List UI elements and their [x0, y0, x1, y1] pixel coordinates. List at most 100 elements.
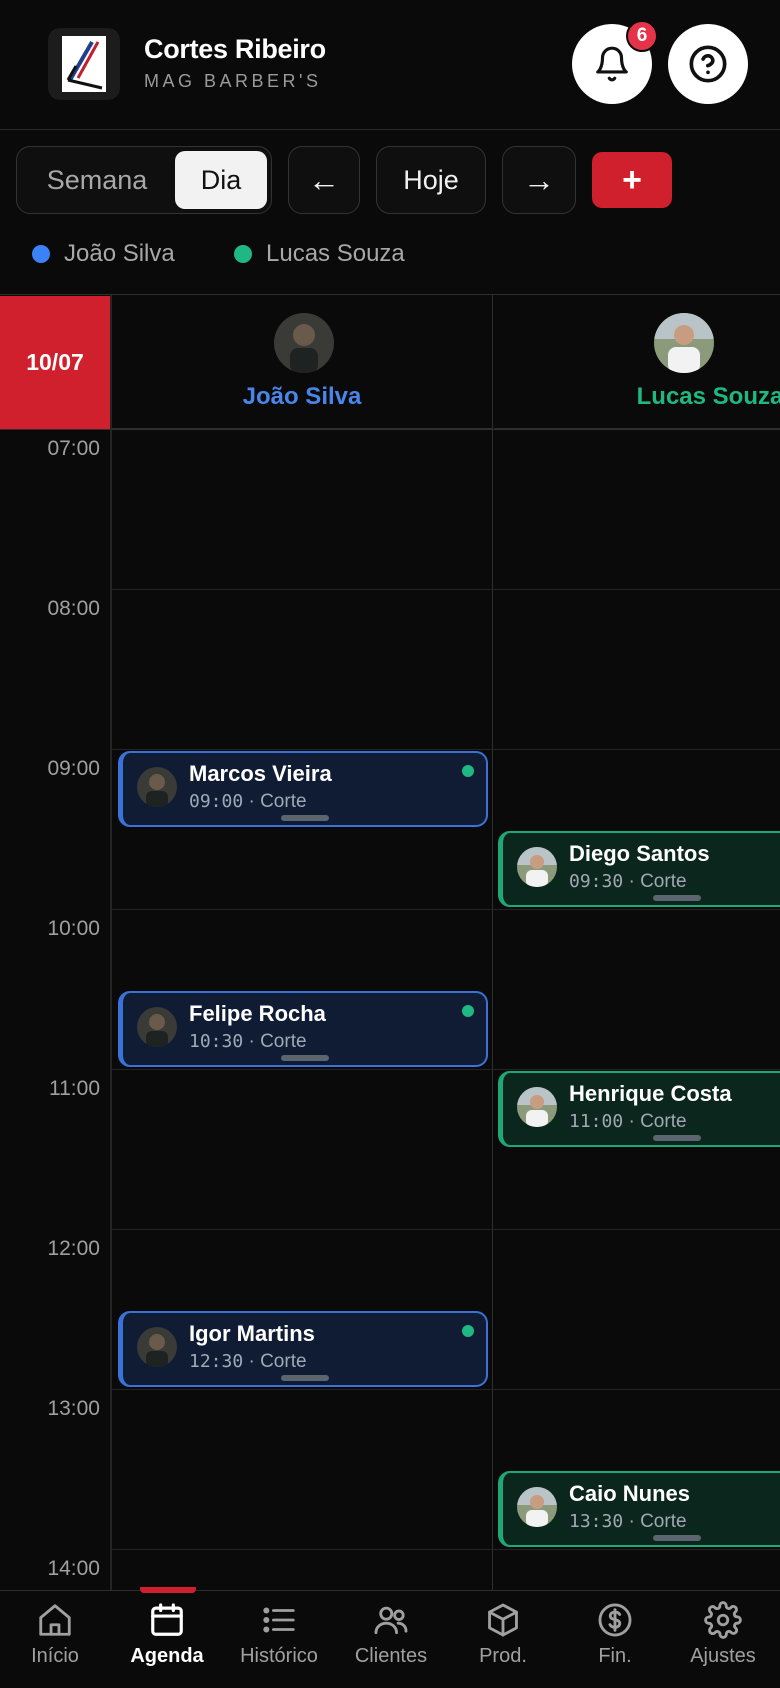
nav-label: Agenda [130, 1645, 204, 1667]
resize-handle[interactable] [653, 1535, 701, 1541]
time-label: 11:00 [49, 1077, 100, 1100]
column-divider [110, 295, 112, 1590]
nav-label: Prod. [479, 1645, 527, 1667]
nav-label: Fin. [598, 1645, 632, 1667]
day-calendar-grid: 10/07 João Silva Lucas Souza 07:00 08:00… [0, 294, 780, 1590]
barber-name: João Silva [242, 383, 362, 410]
resize-handle[interactable] [653, 1135, 701, 1141]
client-name: Marcos Vieira [189, 761, 332, 786]
users-icon [374, 1606, 408, 1635]
client-avatar [137, 1007, 177, 1047]
hour-line [112, 1229, 780, 1230]
appointment-time: 13:30 · Corte [569, 1511, 687, 1532]
time-label: 13:00 [47, 1397, 100, 1420]
client-name: Henrique Costa [569, 1081, 732, 1106]
calendar-icon [151, 1603, 183, 1636]
appointment-card[interactable]: Marcos Vieira 09:00 · Corte [118, 751, 488, 827]
header-divider [0, 429, 110, 430]
nav-item-financeiro[interactable]: Fin. [560, 1601, 670, 1685]
hour-line [112, 909, 780, 910]
confirmed-status-dot [462, 765, 474, 777]
resize-handle[interactable] [280, 1375, 329, 1381]
next-day-button[interactable]: → [502, 146, 576, 214]
legend-dot [234, 245, 252, 263]
add-appointment-button[interactable]: + [592, 152, 672, 208]
header-divider [110, 429, 780, 430]
nav-item-historico[interactable]: Histórico [224, 1601, 334, 1685]
appointment-card[interactable]: Henrique Costa 11:00 · Corte [498, 1071, 780, 1147]
nav-item-produtos[interactable]: Prod. [448, 1601, 558, 1685]
today-button[interactable]: Hoje [376, 146, 486, 214]
resize-handle[interactable] [653, 895, 701, 901]
bottom-navigation: Início Agenda Histórico Clientes Prod. F… [0, 1587, 780, 1688]
time-label: 09:00 [47, 757, 100, 780]
notification-badge: 6 [626, 20, 658, 52]
legend-item[interactable]: Lucas Souza [234, 240, 405, 268]
help-icon [689, 45, 727, 83]
help-button[interactable] [668, 24, 748, 104]
client-avatar [517, 1487, 557, 1527]
nav-item-agenda[interactable]: Agenda [112, 1601, 222, 1685]
client-avatar [517, 1087, 557, 1127]
app-header: Cortes Ribeiro MAG BARBER'S 6 [0, 0, 780, 130]
coin-icon [598, 1603, 632, 1637]
logo-mark-icon [62, 36, 106, 92]
time-label: 10:00 [47, 917, 100, 940]
appointment-card[interactable]: Igor Martins 12:30 · Corte [118, 1311, 488, 1387]
appointment-time: 11:00 · Corte [569, 1111, 687, 1132]
client-name: Diego Santos [569, 841, 710, 866]
hour-line [112, 1069, 780, 1070]
week-view-button[interactable]: Semana [21, 151, 173, 209]
legend-item[interactable]: João Silva [32, 240, 175, 268]
time-label: 08:00 [47, 597, 100, 620]
nav-label: Ajustes [690, 1645, 756, 1667]
client-name: Felipe Rocha [189, 1001, 326, 1026]
appointment-time: 09:30 · Corte [569, 871, 687, 892]
appointment-card[interactable]: Felipe Rocha 10:30 · Corte [118, 991, 488, 1067]
resize-handle[interactable] [280, 1055, 329, 1061]
active-tab-indicator [140, 1587, 196, 1593]
hour-line [112, 1549, 780, 1550]
nav-label: Histórico [240, 1645, 318, 1667]
barber-column-header[interactable]: João Silva [112, 295, 492, 429]
barber-name: Lucas Souza [636, 383, 780, 410]
box-icon [488, 1603, 518, 1637]
previous-day-button[interactable]: ← [288, 146, 360, 214]
client-avatar [137, 767, 177, 807]
appointment-time: 10:30 · Corte [189, 1031, 307, 1052]
client-name: Igor Martins [189, 1321, 315, 1346]
brand-name: Cortes Ribeiro [144, 34, 326, 64]
time-label: 07:00 [47, 437, 100, 460]
hour-line [112, 1389, 780, 1390]
nav-item-ajustes[interactable]: Ajustes [668, 1601, 778, 1685]
hour-line [112, 589, 780, 590]
legend-label: Lucas Souza [266, 240, 405, 267]
column-divider [492, 295, 493, 1590]
appointment-card[interactable]: Diego Santos 09:30 · Corte [498, 831, 780, 907]
resize-handle[interactable] [280, 815, 329, 821]
appointment-time: 12:30 · Corte [189, 1351, 307, 1372]
legend-label: João Silva [64, 240, 175, 267]
brand-logo [48, 28, 120, 100]
list-icon [263, 1607, 295, 1633]
day-view-button[interactable]: Dia [175, 151, 267, 209]
hour-line [112, 749, 780, 750]
appointment-time: 09:00 · Corte [189, 791, 307, 812]
barber-column-header[interactable]: Lucas Souza [494, 295, 780, 429]
barber-avatar [654, 313, 714, 373]
client-avatar [137, 1327, 177, 1367]
current-date: 10/07 [0, 296, 110, 429]
legend-dot [32, 245, 50, 263]
appointment-card[interactable]: Caio Nunes 13:30 · Corte [498, 1471, 780, 1547]
nav-label: Clientes [354, 1645, 428, 1667]
client-avatar [517, 847, 557, 887]
barber-avatar [274, 313, 334, 373]
gear-icon [704, 1601, 742, 1639]
view-toggle: Semana Dia [16, 146, 272, 214]
bell-icon [596, 46, 628, 82]
client-name: Caio Nunes [569, 1481, 691, 1506]
time-label: 14:00 [47, 1557, 100, 1580]
home-icon [39, 1604, 71, 1636]
nav-item-clientes[interactable]: Clientes [336, 1601, 446, 1685]
nav-item-inicio[interactable]: Início [0, 1601, 110, 1685]
